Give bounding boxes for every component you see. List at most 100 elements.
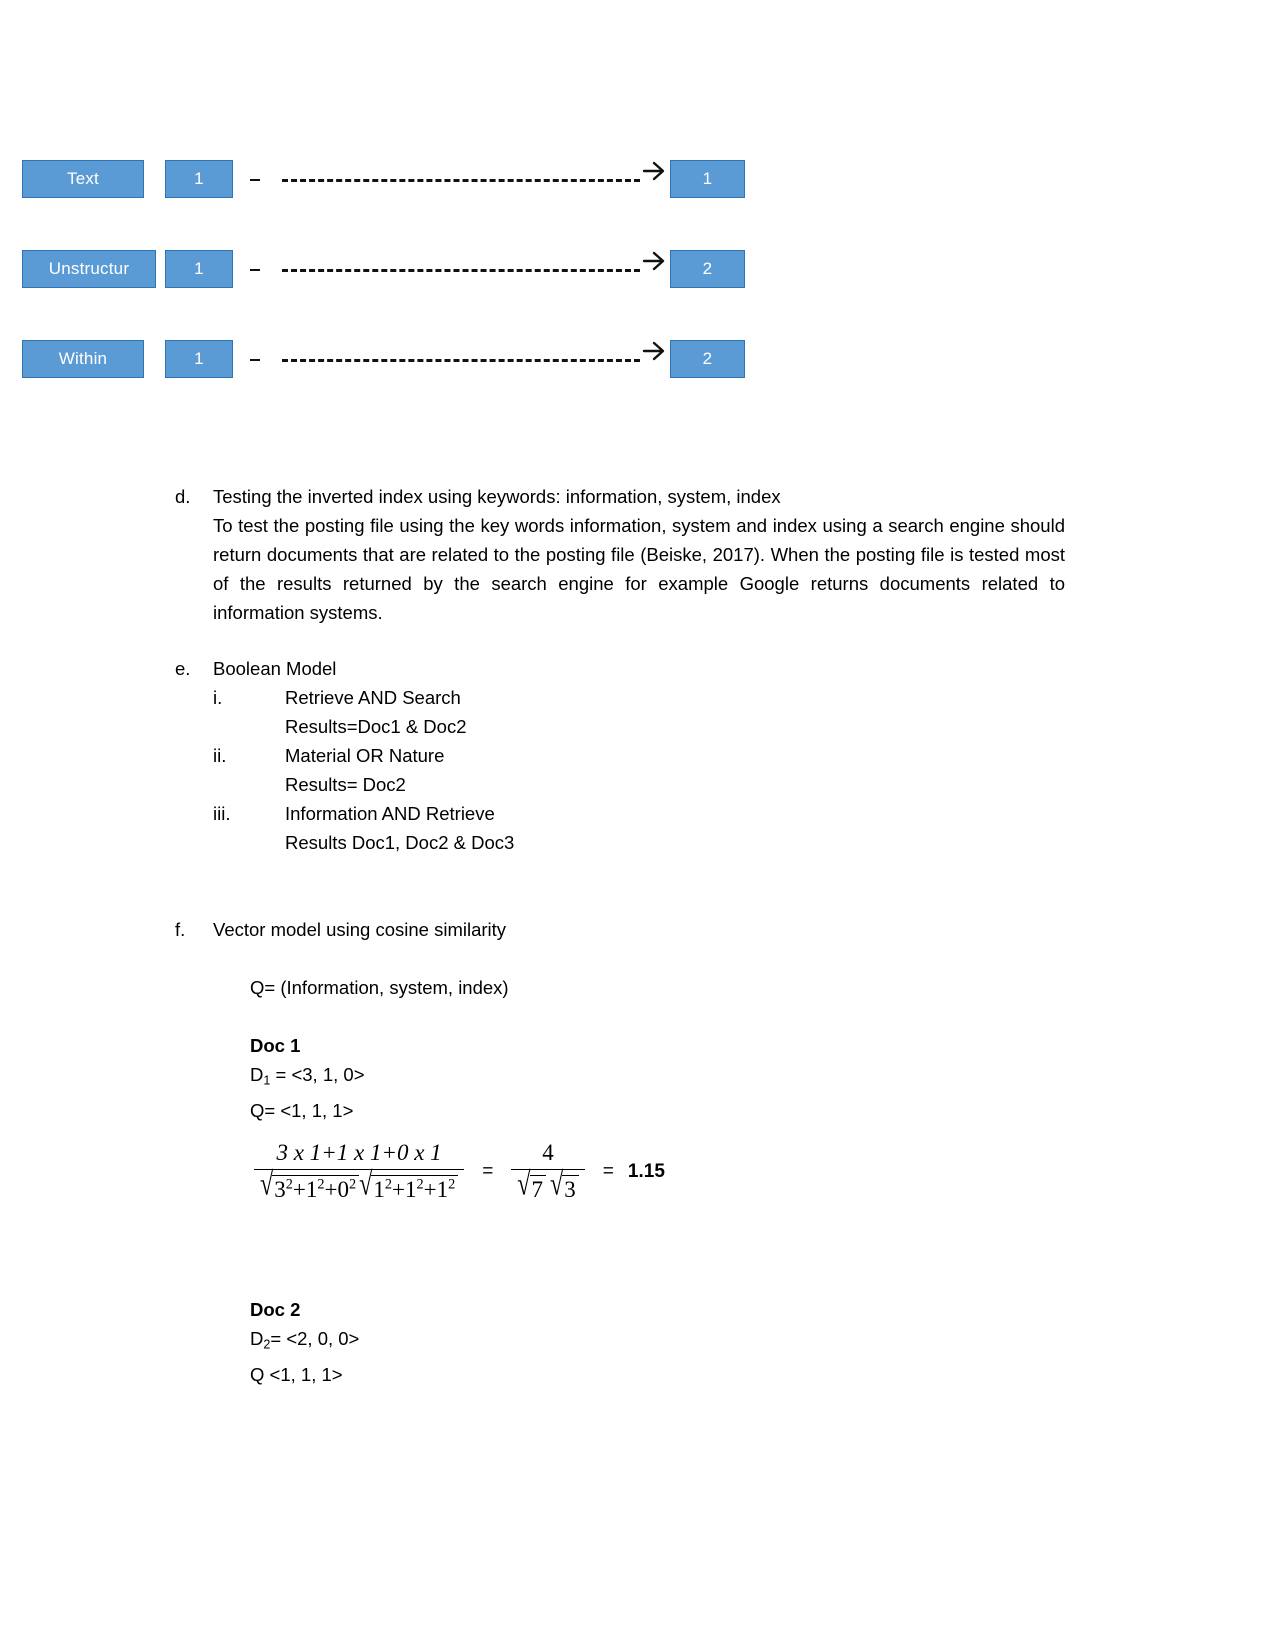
- list-item-f: f. Vector model using cosine similarity …: [175, 915, 935, 1125]
- dash-lead: [250, 359, 260, 361]
- dash-line: [282, 268, 640, 272]
- boolean-sub-item: i. Retrieve AND Search: [175, 683, 875, 712]
- list-item-f-heading: Vector model using cosine similarity: [213, 919, 507, 940]
- doc2-section: Doc 2 D2= <2, 0, 0> Q <1, 1, 1>: [250, 1295, 359, 1389]
- doc1-vector-label: D: [250, 1064, 264, 1085]
- term-exponent: 2: [317, 1176, 325, 1193]
- dashed-connector: [250, 161, 668, 182]
- posting-box: 1: [670, 160, 745, 198]
- boolean-result: Results=Doc1 & Doc2: [285, 716, 467, 737]
- fraction-denominator: √ 32+12+02 √ 12+12+12: [254, 1168, 464, 1203]
- term-base: 3: [274, 1177, 286, 1202]
- boolean-sub-item: ii. Material OR Nature: [175, 741, 875, 770]
- term-box: Unstructur: [22, 250, 156, 288]
- list-item-f-heading-row: f. Vector model using cosine similarity: [175, 915, 935, 944]
- equals-sign-1: =: [482, 1160, 494, 1182]
- dash-lead: [250, 179, 260, 181]
- cosine-similarity-result: 1.15: [627, 1160, 665, 1182]
- boolean-query: Retrieve AND Search: [285, 687, 461, 708]
- list-marker: e.: [175, 658, 191, 679]
- radical-sign-icon: √: [517, 1166, 531, 1203]
- doc2-vector-value: = <2, 0, 0>: [270, 1328, 360, 1349]
- list-item-d-heading-row: d. Testing the inverted index using keyw…: [175, 482, 1065, 511]
- sqrt-query-norm: √ 12+12+12: [359, 1168, 459, 1203]
- document-page: Text 1 1 Unstructur 1 2 Within 1 2 d. Te…: [0, 0, 1275, 1650]
- radical-sign-icon: √: [550, 1166, 564, 1203]
- main-fraction: 3 x 1+1 x 1+0 x 1 √ 32+12+02 √ 12+12+12: [254, 1140, 465, 1203]
- term-exponent: 2: [448, 1176, 456, 1193]
- dash-lead: [250, 269, 260, 271]
- sqrt-three-radicand: 3: [562, 1175, 579, 1203]
- boolean-query: Material OR Nature: [285, 745, 445, 766]
- sqrt-doc-radicand: 32+12+02: [272, 1175, 360, 1203]
- radical-sign-icon: √: [359, 1166, 373, 1203]
- boolean-sub-item: iii. Information AND Retrieve: [175, 799, 875, 828]
- index-row: Within 1 2: [0, 340, 1275, 430]
- term-exponent: 2: [416, 1176, 424, 1193]
- count-box: 1: [165, 340, 233, 378]
- list-item-d-paragraph: To test the posting file using the key w…: [213, 515, 1065, 623]
- doc2-vector-label: D: [250, 1328, 264, 1349]
- term-box: Within: [22, 340, 144, 378]
- sub-list-marker: iii.: [213, 803, 231, 824]
- arrow-right-icon: [642, 251, 668, 280]
- boolean-model-sublist: i. Retrieve AND Search Results=Doc1 & Do…: [175, 683, 875, 857]
- list-item-e: e. Boolean Model i. Retrieve AND Search …: [175, 654, 875, 857]
- sqrt-three: √ 3: [550, 1168, 579, 1203]
- boolean-result: Results Doc1, Doc2 & Doc3: [285, 832, 515, 853]
- count-box: 1: [165, 160, 233, 198]
- cosine-similarity-formula: 3 x 1+1 x 1+0 x 1 √ 32+12+02 √ 12+12+12 …: [250, 1140, 665, 1203]
- numerator-expression: 3 x 1+1 x 1+0 x 1: [276, 1140, 442, 1165]
- doc1-query-vector: Q= <1, 1, 1>: [250, 1099, 354, 1121]
- simplified-denominator: √ 7 √ 3: [511, 1168, 585, 1203]
- term-box: Text: [22, 160, 144, 198]
- sub-list-marker: ii.: [213, 745, 227, 766]
- dash-line: [282, 358, 640, 362]
- sqrt-seven-radicand: 7: [529, 1175, 547, 1203]
- term-exponent: 2: [285, 1176, 293, 1193]
- list-marker: f.: [175, 919, 186, 940]
- sub-list-marker: i.: [213, 687, 223, 708]
- arrow-right-icon: [642, 161, 668, 190]
- query-definition: Q= (Information, system, index): [250, 977, 509, 998]
- sqrt-seven: √ 7: [517, 1168, 547, 1203]
- term-base: 1: [305, 1177, 318, 1202]
- arrow-right-icon: [642, 341, 668, 370]
- fraction-numerator: 3 x 1+1 x 1+0 x 1: [271, 1140, 448, 1169]
- list-item-d-paragraph-row: To test the posting file using the key w…: [175, 511, 1065, 627]
- list-item-e-heading: Boolean Model: [213, 658, 337, 679]
- list-marker: d.: [175, 486, 191, 507]
- dashed-connector: [250, 251, 668, 272]
- doc1-vector: D1 = <3, 1, 0>: [250, 1060, 935, 1096]
- sqrt-query-radicand: 12+12+12: [371, 1175, 459, 1203]
- term-base: 1: [436, 1177, 449, 1202]
- simplified-numerator: 4: [542, 1140, 554, 1165]
- doc1-title: Doc 1: [250, 1035, 301, 1056]
- doc1-vector-value: = <3, 1, 0>: [270, 1064, 365, 1085]
- list-item-d-heading: Testing the inverted index using keyword…: [213, 486, 781, 507]
- term-exponent: 2: [384, 1176, 392, 1193]
- simplified-fraction: 4 √ 7 √ 3: [511, 1140, 585, 1203]
- equals-sign-2: =: [602, 1160, 614, 1182]
- boolean-result: Results= Doc2: [285, 774, 406, 795]
- term-base: 0: [337, 1177, 349, 1202]
- doc2-query-vector: Q <1, 1, 1>: [250, 1363, 343, 1385]
- term-base: 1: [404, 1177, 417, 1202]
- posting-box: 2: [670, 340, 745, 378]
- term-base: 1: [373, 1177, 385, 1202]
- list-item-d: d. Testing the inverted index using keyw…: [175, 482, 1065, 627]
- list-marker-spacer: [175, 511, 213, 627]
- term-exponent: 2: [348, 1176, 357, 1193]
- posting-box: 2: [670, 250, 745, 288]
- dash-line: [282, 178, 640, 182]
- doc2-vector: D2= <2, 0, 0>: [250, 1324, 359, 1360]
- radical-sign-icon: √: [260, 1166, 274, 1203]
- inverted-index-diagram: Text 1 1 Unstructur 1 2 Within 1 2: [0, 160, 1275, 430]
- list-item-e-heading-row: e. Boolean Model: [175, 654, 875, 683]
- boolean-query: Information AND Retrieve: [285, 803, 495, 824]
- index-row: Unstructur 1 2: [0, 250, 1275, 340]
- index-row: Text 1 1: [0, 160, 1275, 250]
- sqrt-doc-norm: √ 32+12+02: [260, 1168, 360, 1203]
- dashed-connector: [250, 341, 668, 362]
- doc2-title: Doc 2: [250, 1299, 301, 1320]
